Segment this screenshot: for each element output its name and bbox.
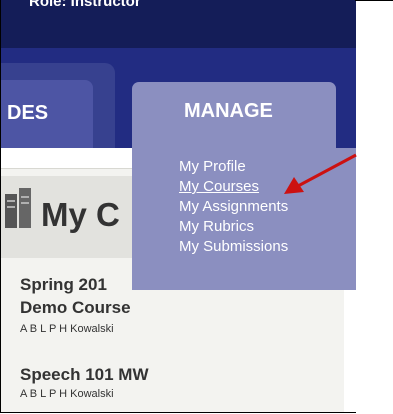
tab-manage-label[interactable]: MANAGE (184, 100, 273, 123)
course-title-line2[interactable]: Demo Course (20, 298, 131, 318)
menu-item-my-courses[interactable]: My Courses (179, 177, 288, 197)
tab-grades-label[interactable]: DES (7, 102, 48, 125)
frame-top-edge (355, 0, 393, 1)
menu-item-my-rubrics[interactable]: My Rubrics (179, 217, 288, 237)
course-title[interactable]: Speech 101 MW (20, 365, 149, 385)
menu-item-my-profile[interactable]: My Profile (179, 157, 288, 177)
app-frame: Role: Instructor DES My C Spring 201 Dem… (0, 0, 356, 413)
course-people: A B L P H Kowalski (20, 323, 114, 335)
panel-title: My C (41, 196, 120, 233)
menu-item-my-submissions[interactable]: My Submissions (179, 237, 288, 257)
menu-item-my-assignments[interactable]: My Assignments (179, 197, 288, 217)
course-title-line1[interactable]: Spring 201 (20, 275, 107, 295)
role-label: Role: Instructor (29, 0, 141, 10)
course-people: A B L P H Kowalski (20, 388, 114, 400)
red-arrow-icon (284, 153, 357, 194)
books-icon (5, 188, 31, 228)
top-header: Role: Instructor (1, 0, 356, 48)
manage-menu-list: My Profile My Courses My Assignments My … (179, 157, 288, 257)
